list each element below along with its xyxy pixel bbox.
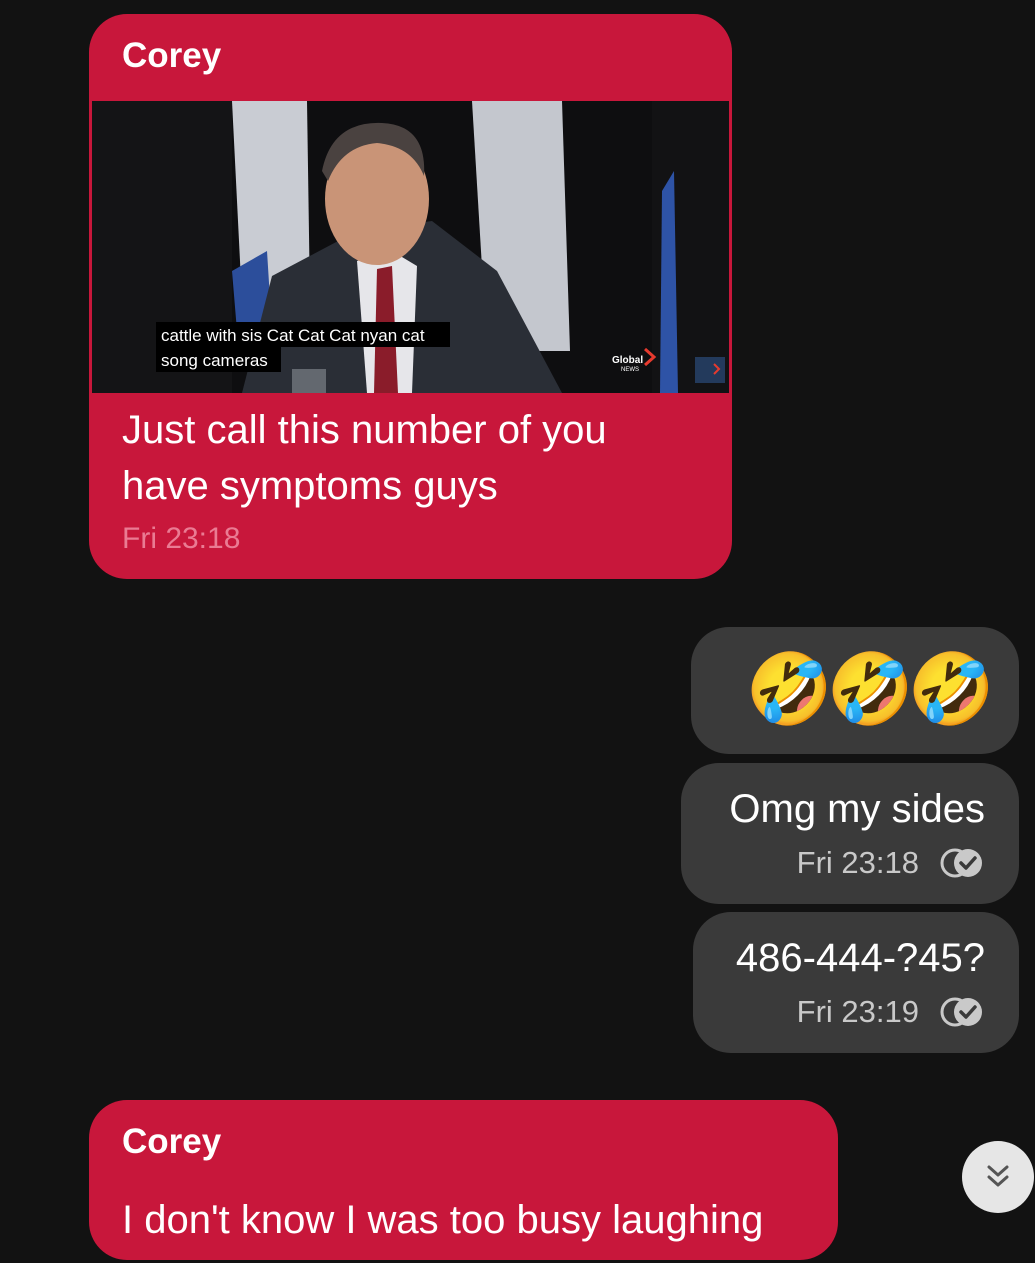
- message-timestamp: Fri 23:19: [796, 994, 919, 1029]
- outgoing-message-bubble[interactable]: Omg my sides Fri 23:18: [681, 763, 1019, 904]
- chat-thread: Corey cattle with sis Cat Cat Cat nyan c…: [0, 0, 1035, 1263]
- sender-name: Corey: [122, 1122, 222, 1161]
- scroll-to-bottom-button[interactable]: [962, 1141, 1034, 1213]
- emoji-message: 🤣🤣🤣: [745, 650, 995, 728]
- video-frame-image: cattle with sis Cat Cat Cat nyan cat son…: [92, 101, 729, 393]
- message-timestamp: Fri 23:18: [796, 845, 919, 880]
- message-text: I don't know I was too busy laughing: [122, 1198, 764, 1242]
- video-caption-line-2: song cameras: [161, 351, 268, 370]
- double-chevron-down-icon: [987, 1165, 1009, 1187]
- video-caption-line-1: cattle with sis Cat Cat Cat nyan cat: [161, 326, 425, 345]
- incoming-message-bubble[interactable]: Corey I don't know I was too busy laughi…: [89, 1100, 838, 1260]
- incoming-message-bubble[interactable]: Corey cattle with sis Cat Cat Cat nyan c…: [89, 14, 732, 579]
- message-text-line-1: Just call this number of you: [122, 408, 607, 452]
- message-text: Omg my sides: [729, 787, 985, 831]
- video-thumbnail[interactable]: cattle with sis Cat Cat Cat nyan cat son…: [92, 101, 729, 393]
- message-timestamp: Fri 23:18: [122, 522, 241, 555]
- outgoing-message-bubble[interactable]: 486-444-?45? Fri 23:19: [693, 912, 1019, 1053]
- network-logo-text: Global: [612, 355, 643, 366]
- read-check-icon: [940, 997, 982, 1027]
- read-check-icon: [940, 848, 982, 878]
- outgoing-emoji-bubble[interactable]: 🤣🤣🤣: [691, 627, 1019, 754]
- network-logo-sub: NEWS: [621, 367, 639, 373]
- message-text: 486-444-?45?: [735, 936, 985, 980]
- message-meta: Fri 23:19: [797, 994, 985, 1030]
- sender-name: Corey: [122, 36, 222, 75]
- message-text-line-2: have symptoms guys: [122, 464, 498, 508]
- message-meta: Fri 23:18: [797, 845, 985, 881]
